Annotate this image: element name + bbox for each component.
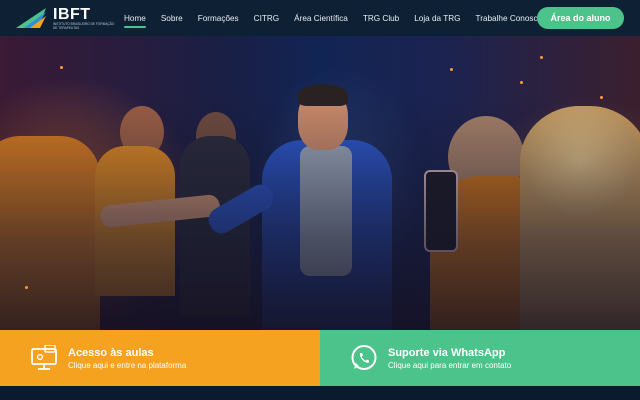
student-area-button[interactable]: Área do aluno xyxy=(537,7,624,29)
panel-title: Suporte via WhatsApp xyxy=(388,346,506,359)
spark xyxy=(600,96,603,99)
whatsapp-support-panel[interactable]: Suporte via WhatsApp Clique aqui para en… xyxy=(320,330,640,386)
nav-item-home[interactable]: Home xyxy=(124,14,146,28)
whatsapp-icon xyxy=(350,344,378,372)
quick-access-panels: Acesso às aulas Clique aqui e entre na p… xyxy=(0,330,640,386)
computer-classroom-icon xyxy=(30,344,58,372)
nav-item-formacoes[interactable]: Formações xyxy=(198,14,239,23)
crowd-shade xyxy=(0,96,640,330)
spark xyxy=(520,81,523,84)
nav-item-trabalhe-conosco[interactable]: Trabalhe Conosco xyxy=(476,14,543,23)
spark xyxy=(450,68,453,71)
brand-tagline: Instituto Brasileiro de Formação de Tera… xyxy=(53,22,115,30)
panel-title: Acesso às aulas xyxy=(68,346,154,359)
panel-subtitle: Clique aqui e entre na plataforma xyxy=(68,360,187,370)
main-nav: Home Sobre Formações CITRG Área Científi… xyxy=(124,0,557,36)
brand-logo[interactable]: IBFT Instituto Brasileiro de Formação de… xyxy=(16,6,114,31)
nav-item-sobre[interactable]: Sobre xyxy=(161,14,183,23)
spark xyxy=(25,286,28,289)
nav-item-loja-da-trg[interactable]: Loja da TRG xyxy=(414,14,460,23)
nav-item-citrg[interactable]: CITRG xyxy=(254,14,279,23)
hero-image xyxy=(0,36,640,330)
access-classes-panel[interactable]: Acesso às aulas Clique aqui e entre na p… xyxy=(0,330,320,386)
panel-subtitle: Clique aqui para entrar em contato xyxy=(388,360,512,370)
ibft-logo-icon xyxy=(16,8,46,28)
site-header: IBFT Instituto Brasileiro de Formação de… xyxy=(0,0,640,36)
nav-item-area-cientifica[interactable]: Área Científica xyxy=(294,14,348,23)
spark xyxy=(540,56,543,59)
nav-item-trg-club[interactable]: TRG Club xyxy=(363,14,399,23)
footer-strip xyxy=(0,386,640,400)
spark xyxy=(60,66,63,69)
